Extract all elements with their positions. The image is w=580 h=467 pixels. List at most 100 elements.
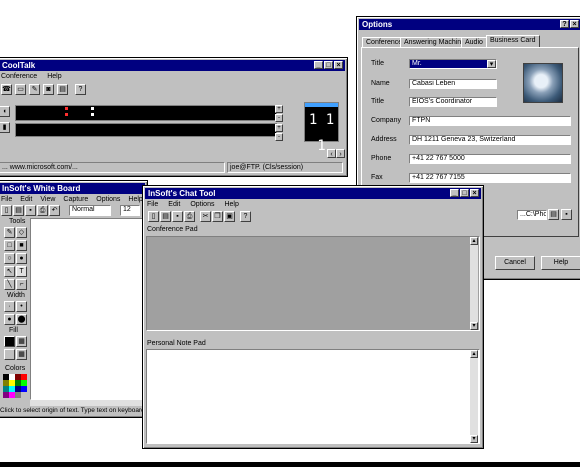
- close-button[interactable]: ×: [334, 61, 343, 69]
- line-icon[interactable]: ╲: [4, 279, 15, 290]
- width-label: Width: [7, 292, 25, 299]
- fill-grid-icon[interactable]: ▦: [16, 349, 27, 360]
- menu-file[interactable]: File: [0, 195, 13, 205]
- options-title-bar[interactable]: Options ? ×: [359, 19, 580, 30]
- save-icon[interactable]: ▪: [561, 209, 572, 220]
- drawing-canvas[interactable]: [30, 218, 143, 400]
- slider-down-arrow-2[interactable]: -: [275, 133, 283, 141]
- chat-icon[interactable]: ✎: [29, 84, 40, 95]
- answering-machine-icon[interactable]: ◙: [43, 84, 54, 95]
- fill-label: Fill: [9, 327, 18, 334]
- help-icon[interactable]: ?: [75, 84, 86, 95]
- fax-field[interactable]: +41 22 767 7155: [409, 173, 571, 183]
- menu-file[interactable]: File: [146, 200, 159, 210]
- scroll-up-arrow[interactable]: ▴: [470, 350, 478, 358]
- print-icon[interactable]: ⎙: [184, 211, 195, 222]
- scroll-down-arrow[interactable]: ▾: [470, 322, 478, 330]
- whiteboard-title-bar[interactable]: InSoft's White Board: [0, 183, 145, 194]
- menu-conference[interactable]: Conference: [0, 72, 38, 82]
- name-field[interactable]: Cabasi Leben: [409, 79, 497, 89]
- tools-label: Tools: [9, 218, 26, 225]
- chevron-right-icon[interactable]: ›: [336, 149, 345, 158]
- chat-title-bar[interactable]: InSoft's Chat Tool _ □ ×: [145, 188, 481, 199]
- title-select[interactable]: Mr.: [409, 59, 497, 69]
- undo-icon[interactable]: ↶: [49, 205, 60, 216]
- close-button[interactable]: ×: [570, 20, 579, 28]
- speaker-icon[interactable]: ◖: [0, 106, 10, 117]
- personal-note-pad[interactable]: [146, 349, 480, 444]
- close-button[interactable]: ×: [470, 189, 479, 197]
- font-select[interactable]: Normal: [69, 205, 111, 216]
- slider-up-arrow-2[interactable]: +: [275, 124, 283, 132]
- phone-field[interactable]: +41 22 767 5000: [409, 154, 571, 164]
- new-icon[interactable]: ▯: [148, 211, 159, 222]
- card-icon[interactable]: ▤: [57, 84, 68, 95]
- polyline-icon[interactable]: ⌐: [16, 279, 27, 290]
- cooltalk-title-bar[interactable]: CoolTalk _ □ ×: [0, 60, 345, 71]
- minimize-button[interactable]: _: [450, 189, 459, 197]
- card-path-field[interactable]: ...C:\Photo\bot.bmp: [517, 210, 547, 220]
- color-palette[interactable]: [3, 374, 27, 398]
- fill-solid-icon[interactable]: [4, 336, 15, 347]
- menu-view[interactable]: View: [39, 195, 56, 205]
- help-icon[interactable]: ?: [240, 211, 251, 222]
- scroll-down-arrow[interactable]: ▾: [470, 435, 478, 443]
- menu-capture[interactable]: Capture: [62, 195, 89, 205]
- phone-icon[interactable]: ☎: [1, 84, 12, 95]
- address-field[interactable]: DH 1211 Geneva 23, Switzerland: [409, 135, 571, 145]
- cancel-button[interactable]: Cancel: [495, 256, 535, 270]
- width-heavy-icon[interactable]: ⬤: [16, 314, 27, 325]
- slider-up-arrow[interactable]: +: [275, 105, 283, 113]
- fill-none-icon[interactable]: [4, 349, 15, 360]
- open-icon[interactable]: ▤: [160, 211, 171, 222]
- menu-options[interactable]: Options: [95, 195, 121, 205]
- save-icon[interactable]: ▪: [172, 211, 183, 222]
- help-title-button[interactable]: ?: [560, 20, 569, 28]
- save-icon[interactable]: ▪: [25, 205, 36, 216]
- menu-edit[interactable]: Edit: [19, 195, 33, 205]
- font-size-select[interactable]: 12: [120, 205, 140, 216]
- cut-icon[interactable]: ✂: [200, 211, 211, 222]
- chevron-left-icon[interactable]: ‹: [327, 149, 336, 158]
- mic-icon[interactable]: ▮: [0, 122, 10, 133]
- menu-help[interactable]: Help: [46, 72, 62, 82]
- chevron-down-icon[interactable]: ▾: [487, 60, 496, 68]
- company-field[interactable]: FTPN: [409, 116, 571, 126]
- width-thick-icon[interactable]: ●: [4, 314, 15, 325]
- scroll-up-arrow[interactable]: ▴: [470, 237, 478, 245]
- fill-pattern-icon[interactable]: ▦: [16, 336, 27, 347]
- print-icon[interactable]: ⎙: [37, 205, 48, 216]
- slider-down-arrow[interactable]: -: [275, 114, 283, 122]
- personal-scrollbar[interactable]: ▴ ▾: [470, 350, 478, 443]
- horizontal-scrollbar[interactable]: [30, 400, 143, 406]
- arrow-pointer-icon[interactable]: ↖: [4, 266, 15, 277]
- help-button[interactable]: Help: [541, 256, 580, 270]
- text-tool-icon[interactable]: T: [16, 266, 27, 277]
- menu-options[interactable]: Options: [189, 200, 215, 210]
- level-marker-white: [91, 107, 94, 110]
- photo-image: [523, 63, 563, 103]
- menu-edit[interactable]: Edit: [167, 200, 181, 210]
- rectangle-icon[interactable]: □: [4, 240, 15, 251]
- conference-pad[interactable]: [146, 236, 480, 331]
- filled-rect-icon[interactable]: ■: [16, 240, 27, 251]
- minimize-button[interactable]: _: [314, 61, 323, 69]
- copy-icon[interactable]: ❐: [212, 211, 223, 222]
- eraser-icon[interactable]: ◇: [16, 227, 27, 238]
- width-thin-icon[interactable]: ·: [4, 301, 15, 312]
- maximize-button[interactable]: □: [460, 189, 469, 197]
- maximize-button[interactable]: □: [324, 61, 333, 69]
- filled-ellipse-icon[interactable]: ●: [16, 253, 27, 264]
- whiteboard-icon[interactable]: ▭: [15, 84, 26, 95]
- open-icon[interactable]: ▤: [13, 205, 24, 216]
- pencil-icon[interactable]: ✎: [4, 227, 15, 238]
- width-medium-icon[interactable]: •: [16, 301, 27, 312]
- paste-icon[interactable]: ▣: [224, 211, 235, 222]
- field-label-name: Name: [371, 80, 390, 87]
- open-folder-icon[interactable]: ▤: [548, 209, 559, 220]
- menu-help[interactable]: Help: [223, 200, 239, 210]
- jobtitle-field[interactable]: EIOS's Coordinator: [409, 97, 497, 107]
- conference-scrollbar[interactable]: ▴ ▾: [470, 237, 478, 330]
- new-icon[interactable]: ▯: [1, 205, 12, 216]
- ellipse-icon[interactable]: ○: [4, 253, 15, 264]
